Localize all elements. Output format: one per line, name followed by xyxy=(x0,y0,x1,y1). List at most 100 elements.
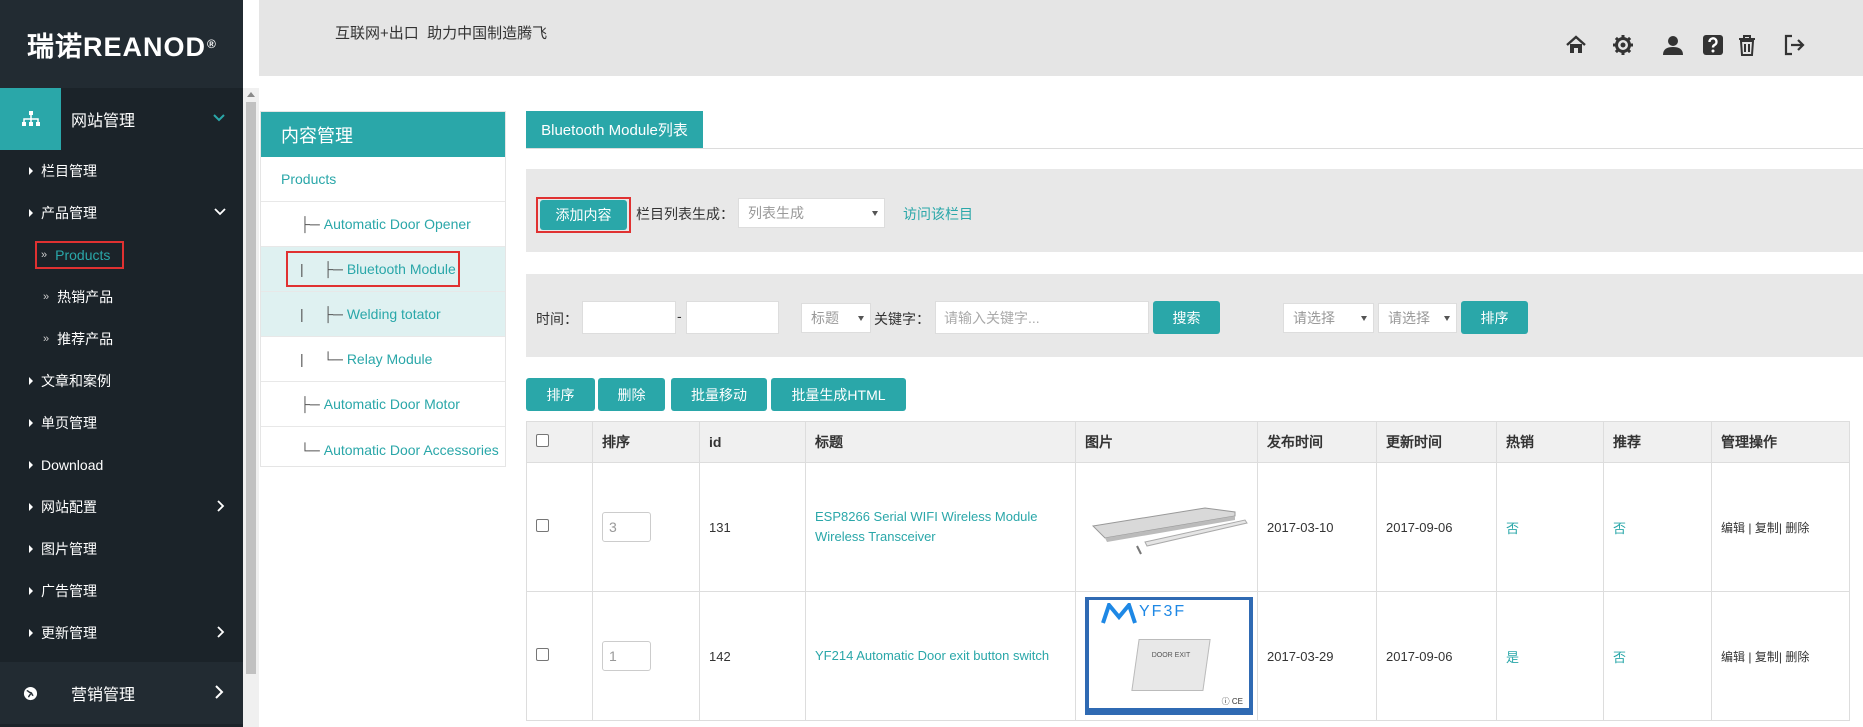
user-icon[interactable] xyxy=(1662,34,1684,56)
tree-item-automatic-door-opener[interactable]: ├─ Automatic Door Opener xyxy=(261,202,505,247)
batch-move-button[interactable]: 批量移动 xyxy=(671,378,767,411)
nav-sub-label: Products xyxy=(55,247,111,263)
column-header-sort[interactable]: 排序 xyxy=(592,421,700,463)
nav-sub-recommended-products[interactable]: » 推荐产品 xyxy=(0,318,243,360)
nav-item-articles[interactable]: 文章和案例 xyxy=(0,360,243,402)
delete-link[interactable]: 删除 xyxy=(1785,650,1809,664)
copy-link[interactable]: 复制 xyxy=(1755,521,1779,535)
product-thumbnail: YF3F DOOR EXIT ⓘ CE xyxy=(1085,597,1253,715)
nav-item-label: 产品管理 xyxy=(41,205,97,221)
delete-link[interactable]: 删除 xyxy=(1785,521,1809,535)
end-date-input[interactable] xyxy=(686,301,779,334)
nav-section-website[interactable]: 网站管理 xyxy=(0,88,243,150)
sidebar-scrollbar[interactable] xyxy=(243,88,259,727)
logo[interactable]: 瑞诺REANOD ® xyxy=(0,0,243,88)
caret-right-icon xyxy=(29,503,33,511)
highlight-box: | ├─ Bluetooth Module xyxy=(286,251,460,287)
tree-item-automatic-door-motor[interactable]: ├─ Automatic Door Motor xyxy=(261,382,505,427)
scroll-up-arrow-icon[interactable] xyxy=(247,92,255,97)
published-date: 2017-03-29 xyxy=(1257,591,1377,721)
product-title-link[interactable]: YF214 Automatic Door exit button switch xyxy=(805,591,1076,721)
tree-item-products[interactable]: Products xyxy=(261,157,505,202)
logout-icon[interactable] xyxy=(1783,34,1805,56)
keyword-input[interactable]: 请输入关键字... xyxy=(935,301,1149,334)
tree-item-label: Automatic Door Motor xyxy=(323,396,460,412)
row-checkbox[interactable] xyxy=(536,648,549,661)
caret-right-icon xyxy=(29,419,33,427)
edit-link[interactable]: 编辑 xyxy=(1721,521,1745,535)
nav-item-download[interactable]: Download xyxy=(0,444,243,486)
nav-item-site-config[interactable]: 网站配置 xyxy=(0,486,243,528)
recommend-status[interactable]: 否 xyxy=(1603,591,1712,721)
column-header-updated[interactable]: 更新时间 xyxy=(1376,421,1497,463)
list-generate-select[interactable]: 列表生成 xyxy=(738,198,885,228)
sort-button[interactable]: 排序 xyxy=(526,378,595,411)
tree-item-label: Automatic Door Accessories xyxy=(323,441,499,458)
filter-select-1[interactable]: 请选择 xyxy=(1283,303,1374,333)
tree-item-welding-totator[interactable]: | ├─ Welding totator xyxy=(261,292,505,337)
hot-status[interactable]: 是 xyxy=(1496,591,1604,721)
row-checkbox[interactable] xyxy=(536,519,549,532)
chevron-right-icon xyxy=(217,626,225,638)
sort-filter-button[interactable]: 排序 xyxy=(1461,301,1528,334)
published-date: 2017-03-10 xyxy=(1257,462,1377,592)
nav-list: 栏目管理 产品管理 » Products » 热销产品 » 推荐产品 文章和案例 单页… xyxy=(0,150,243,654)
visit-column-link[interactable]: 访问该栏目 xyxy=(903,204,973,224)
dropdown-arrow-icon xyxy=(1361,316,1367,321)
select-all-checkbox[interactable] xyxy=(536,434,549,447)
select-all-header xyxy=(526,421,593,463)
recommend-status[interactable]: 否 xyxy=(1603,462,1712,592)
nav-item-images[interactable]: 图片管理 xyxy=(0,528,243,570)
nav-item-columns[interactable]: 栏目管理 xyxy=(0,150,243,192)
gear-icon[interactable] xyxy=(1612,34,1634,56)
add-content-button[interactable]: 添加内容 xyxy=(540,200,627,230)
sort-order-input[interactable]: 3 xyxy=(602,512,651,542)
chevron-right-icon xyxy=(217,500,225,512)
id-cell: 142 xyxy=(699,591,806,721)
sitemap-icon xyxy=(0,88,61,150)
copy-link[interactable]: 复制 xyxy=(1755,650,1779,664)
content-toolbar: 添加内容 栏目列表生成： 列表生成 访问该栏目 xyxy=(526,169,1863,252)
tree-prefix: ├─ xyxy=(300,216,324,232)
column-header-published[interactable]: 发布时间 xyxy=(1257,421,1377,463)
tree-item-bluetooth-module[interactable]: | ├─ Bluetooth Module xyxy=(261,247,505,292)
start-date-input[interactable] xyxy=(582,301,676,334)
separator: | xyxy=(1748,520,1752,535)
edit-link[interactable]: 编辑 xyxy=(1721,650,1745,664)
tree-item-automatic-door-accessories[interactable]: └─ Automatic Door Accessories xyxy=(261,427,505,472)
batch-generate-html-button[interactable]: 批量生成HTML xyxy=(771,378,906,411)
select-value: 请选择 xyxy=(1388,310,1430,326)
nav-sub-hot-products[interactable]: » 热销产品 xyxy=(0,276,243,318)
nav-item-updates[interactable]: 更新管理 xyxy=(0,612,243,654)
sort-order-input[interactable]: 1 xyxy=(602,641,651,671)
search-button[interactable]: 搜索 xyxy=(1153,301,1220,334)
logo-registered-mark: ® xyxy=(207,37,217,51)
tree-prefix: └─ xyxy=(300,441,324,458)
hot-status[interactable]: 否 xyxy=(1496,462,1604,592)
home-icon[interactable] xyxy=(1565,34,1587,56)
delete-button[interactable]: 删除 xyxy=(598,378,665,411)
tree-item-label: Bluetooth Module xyxy=(346,261,456,277)
nav-sub-products[interactable]: » Products xyxy=(0,234,243,276)
help-icon[interactable] xyxy=(1702,34,1724,56)
nav-sub-label: 推荐产品 xyxy=(57,331,114,347)
column-header-title[interactable]: 标题 xyxy=(805,421,1076,463)
select-value: 标题 xyxy=(811,310,839,326)
tree-item-relay-module[interactable]: | └─ Relay Module xyxy=(261,337,505,382)
product-title-link[interactable]: ESP8266 Serial WIFI Wireless Module Wire… xyxy=(805,462,1076,592)
title-field-select[interactable]: 标题 xyxy=(801,303,871,333)
nav-item-single-pages[interactable]: 单页管理 xyxy=(0,402,243,444)
nav-item-products-management[interactable]: 产品管理 xyxy=(0,192,243,234)
list-generate-label: 栏目列表生成： xyxy=(636,206,734,222)
column-header-actions: 管理操作 xyxy=(1711,421,1850,463)
trash-icon[interactable] xyxy=(1736,34,1758,56)
nav-section-marketing[interactable]: 营销管理 xyxy=(0,662,243,724)
dropdown-arrow-icon xyxy=(1444,316,1450,321)
nav-item-ads[interactable]: 广告管理 xyxy=(0,570,243,612)
tab-bluetooth-module-list[interactable]: Bluetooth Module列表 xyxy=(526,111,703,148)
scrollbar-thumb[interactable] xyxy=(246,102,256,674)
column-header-id[interactable]: id xyxy=(699,421,806,463)
caret-right-icon xyxy=(29,629,33,637)
filter-select-2[interactable]: 请选择 xyxy=(1378,303,1457,333)
table-row: 1 142 YF214 Automatic Door exit button s… xyxy=(526,591,1850,721)
